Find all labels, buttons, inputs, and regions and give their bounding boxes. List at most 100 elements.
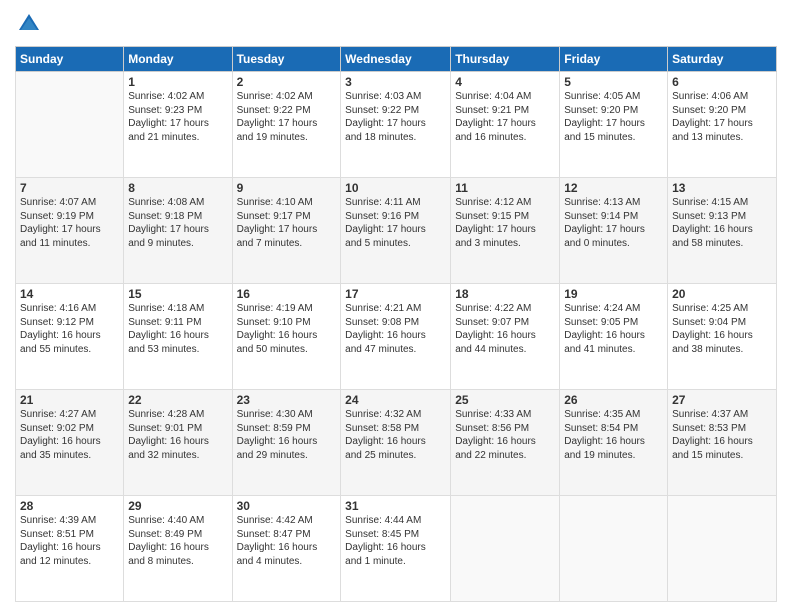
day-number: 11 (455, 181, 555, 195)
calendar-cell: 15Sunrise: 4:18 AM Sunset: 9:11 PM Dayli… (124, 284, 232, 390)
calendar-cell (668, 496, 777, 602)
calendar-cell: 5Sunrise: 4:05 AM Sunset: 9:20 PM Daylig… (560, 72, 668, 178)
calendar-cell: 3Sunrise: 4:03 AM Sunset: 9:22 PM Daylig… (341, 72, 451, 178)
day-number: 29 (128, 499, 227, 513)
calendar-week-row: 28Sunrise: 4:39 AM Sunset: 8:51 PM Dayli… (16, 496, 777, 602)
day-info: Sunrise: 4:15 AM Sunset: 9:13 PM Dayligh… (672, 196, 772, 250)
day-number: 2 (237, 75, 337, 89)
day-info: Sunrise: 4:05 AM Sunset: 9:20 PM Dayligh… (564, 90, 663, 144)
day-number: 25 (455, 393, 555, 407)
day-number: 21 (20, 393, 119, 407)
page: SundayMondayTuesdayWednesdayThursdayFrid… (0, 0, 792, 612)
day-number: 10 (345, 181, 446, 195)
day-number: 9 (237, 181, 337, 195)
calendar-header-friday: Friday (560, 47, 668, 72)
calendar-cell: 22Sunrise: 4:28 AM Sunset: 9:01 PM Dayli… (124, 390, 232, 496)
calendar-cell: 29Sunrise: 4:40 AM Sunset: 8:49 PM Dayli… (124, 496, 232, 602)
day-number: 13 (672, 181, 772, 195)
day-info: Sunrise: 4:13 AM Sunset: 9:14 PM Dayligh… (564, 196, 663, 250)
day-info: Sunrise: 4:12 AM Sunset: 9:15 PM Dayligh… (455, 196, 555, 250)
day-number: 5 (564, 75, 663, 89)
day-number: 15 (128, 287, 227, 301)
day-number: 23 (237, 393, 337, 407)
calendar-cell: 20Sunrise: 4:25 AM Sunset: 9:04 PM Dayli… (668, 284, 777, 390)
calendar-cell: 18Sunrise: 4:22 AM Sunset: 9:07 PM Dayli… (451, 284, 560, 390)
calendar-cell: 8Sunrise: 4:08 AM Sunset: 9:18 PM Daylig… (124, 178, 232, 284)
calendar-cell: 17Sunrise: 4:21 AM Sunset: 9:08 PM Dayli… (341, 284, 451, 390)
calendar-cell: 21Sunrise: 4:27 AM Sunset: 9:02 PM Dayli… (16, 390, 124, 496)
day-info: Sunrise: 4:18 AM Sunset: 9:11 PM Dayligh… (128, 302, 227, 356)
day-info: Sunrise: 4:30 AM Sunset: 8:59 PM Dayligh… (237, 408, 337, 462)
day-number: 18 (455, 287, 555, 301)
calendar-cell: 11Sunrise: 4:12 AM Sunset: 9:15 PM Dayli… (451, 178, 560, 284)
calendar-cell: 14Sunrise: 4:16 AM Sunset: 9:12 PM Dayli… (16, 284, 124, 390)
calendar-cell: 1Sunrise: 4:02 AM Sunset: 9:23 PM Daylig… (124, 72, 232, 178)
calendar-cell: 23Sunrise: 4:30 AM Sunset: 8:59 PM Dayli… (232, 390, 341, 496)
calendar-cell (16, 72, 124, 178)
day-info: Sunrise: 4:40 AM Sunset: 8:49 PM Dayligh… (128, 514, 227, 568)
day-info: Sunrise: 4:16 AM Sunset: 9:12 PM Dayligh… (20, 302, 119, 356)
calendar-header-tuesday: Tuesday (232, 47, 341, 72)
day-info: Sunrise: 4:42 AM Sunset: 8:47 PM Dayligh… (237, 514, 337, 568)
day-number: 26 (564, 393, 663, 407)
calendar-week-row: 1Sunrise: 4:02 AM Sunset: 9:23 PM Daylig… (16, 72, 777, 178)
day-number: 6 (672, 75, 772, 89)
calendar-cell: 27Sunrise: 4:37 AM Sunset: 8:53 PM Dayli… (668, 390, 777, 496)
calendar-cell (451, 496, 560, 602)
day-info: Sunrise: 4:24 AM Sunset: 9:05 PM Dayligh… (564, 302, 663, 356)
day-info: Sunrise: 4:28 AM Sunset: 9:01 PM Dayligh… (128, 408, 227, 462)
day-info: Sunrise: 4:35 AM Sunset: 8:54 PM Dayligh… (564, 408, 663, 462)
logo-icon (15, 10, 43, 38)
calendar-week-row: 14Sunrise: 4:16 AM Sunset: 9:12 PM Dayli… (16, 284, 777, 390)
day-number: 16 (237, 287, 337, 301)
calendar-header-wednesday: Wednesday (341, 47, 451, 72)
day-info: Sunrise: 4:22 AM Sunset: 9:07 PM Dayligh… (455, 302, 555, 356)
calendar-cell: 19Sunrise: 4:24 AM Sunset: 9:05 PM Dayli… (560, 284, 668, 390)
day-info: Sunrise: 4:32 AM Sunset: 8:58 PM Dayligh… (345, 408, 446, 462)
calendar-cell: 7Sunrise: 4:07 AM Sunset: 9:19 PM Daylig… (16, 178, 124, 284)
day-number: 1 (128, 75, 227, 89)
header (15, 10, 777, 38)
calendar-header-saturday: Saturday (668, 47, 777, 72)
day-number: 28 (20, 499, 119, 513)
day-number: 17 (345, 287, 446, 301)
calendar-cell: 10Sunrise: 4:11 AM Sunset: 9:16 PM Dayli… (341, 178, 451, 284)
calendar-cell: 4Sunrise: 4:04 AM Sunset: 9:21 PM Daylig… (451, 72, 560, 178)
calendar-cell: 24Sunrise: 4:32 AM Sunset: 8:58 PM Dayli… (341, 390, 451, 496)
day-number: 8 (128, 181, 227, 195)
day-info: Sunrise: 4:02 AM Sunset: 9:22 PM Dayligh… (237, 90, 337, 144)
day-info: Sunrise: 4:44 AM Sunset: 8:45 PM Dayligh… (345, 514, 446, 568)
calendar-week-row: 7Sunrise: 4:07 AM Sunset: 9:19 PM Daylig… (16, 178, 777, 284)
day-info: Sunrise: 4:04 AM Sunset: 9:21 PM Dayligh… (455, 90, 555, 144)
calendar-cell: 30Sunrise: 4:42 AM Sunset: 8:47 PM Dayli… (232, 496, 341, 602)
calendar-header-monday: Monday (124, 47, 232, 72)
day-info: Sunrise: 4:25 AM Sunset: 9:04 PM Dayligh… (672, 302, 772, 356)
calendar-week-row: 21Sunrise: 4:27 AM Sunset: 9:02 PM Dayli… (16, 390, 777, 496)
day-number: 3 (345, 75, 446, 89)
calendar-header-sunday: Sunday (16, 47, 124, 72)
day-info: Sunrise: 4:27 AM Sunset: 9:02 PM Dayligh… (20, 408, 119, 462)
day-info: Sunrise: 4:39 AM Sunset: 8:51 PM Dayligh… (20, 514, 119, 568)
day-info: Sunrise: 4:08 AM Sunset: 9:18 PM Dayligh… (128, 196, 227, 250)
day-number: 20 (672, 287, 772, 301)
calendar-cell: 25Sunrise: 4:33 AM Sunset: 8:56 PM Dayli… (451, 390, 560, 496)
day-number: 7 (20, 181, 119, 195)
day-info: Sunrise: 4:33 AM Sunset: 8:56 PM Dayligh… (455, 408, 555, 462)
calendar-cell: 13Sunrise: 4:15 AM Sunset: 9:13 PM Dayli… (668, 178, 777, 284)
day-info: Sunrise: 4:11 AM Sunset: 9:16 PM Dayligh… (345, 196, 446, 250)
day-number: 14 (20, 287, 119, 301)
day-number: 19 (564, 287, 663, 301)
calendar-cell: 9Sunrise: 4:10 AM Sunset: 9:17 PM Daylig… (232, 178, 341, 284)
day-number: 4 (455, 75, 555, 89)
calendar-cell: 16Sunrise: 4:19 AM Sunset: 9:10 PM Dayli… (232, 284, 341, 390)
logo (15, 10, 45, 38)
day-number: 31 (345, 499, 446, 513)
day-info: Sunrise: 4:19 AM Sunset: 9:10 PM Dayligh… (237, 302, 337, 356)
day-info: Sunrise: 4:37 AM Sunset: 8:53 PM Dayligh… (672, 408, 772, 462)
day-info: Sunrise: 4:03 AM Sunset: 9:22 PM Dayligh… (345, 90, 446, 144)
day-number: 27 (672, 393, 772, 407)
calendar-cell: 31Sunrise: 4:44 AM Sunset: 8:45 PM Dayli… (341, 496, 451, 602)
day-info: Sunrise: 4:07 AM Sunset: 9:19 PM Dayligh… (20, 196, 119, 250)
calendar-cell: 28Sunrise: 4:39 AM Sunset: 8:51 PM Dayli… (16, 496, 124, 602)
day-info: Sunrise: 4:21 AM Sunset: 9:08 PM Dayligh… (345, 302, 446, 356)
